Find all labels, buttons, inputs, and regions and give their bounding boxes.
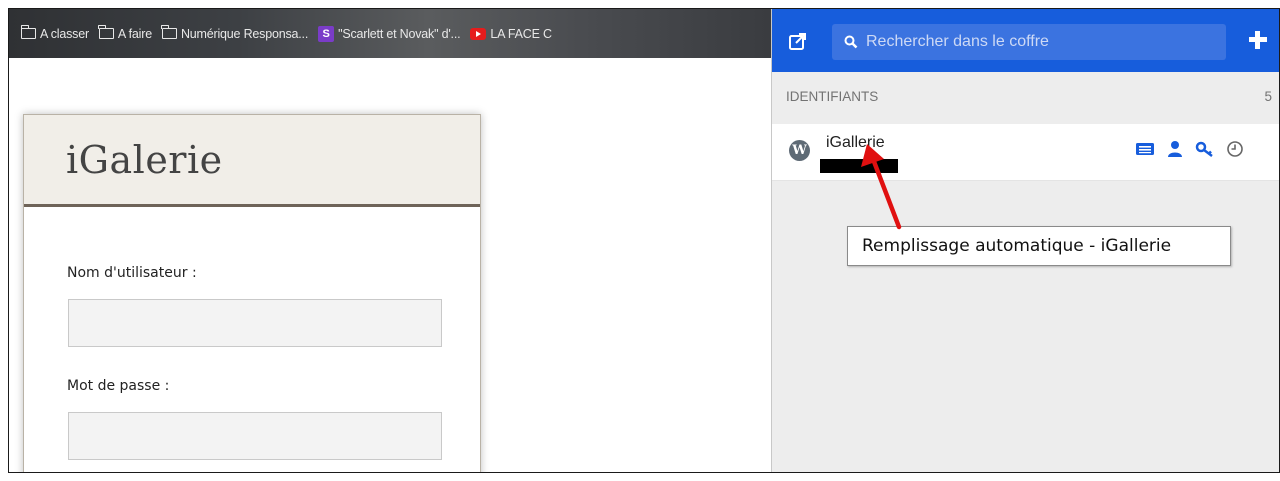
autofill-tooltip: Remplissage automatique - iGallerie <box>847 226 1231 266</box>
vault-header <box>772 9 1279 72</box>
site-favicon-icon: S <box>318 25 335 42</box>
password-label: Mot de passe : <box>67 378 170 394</box>
username-field[interactable] <box>68 299 442 347</box>
redacted-username <box>820 159 898 173</box>
login-card: iGalerie Nom d'utilisateur : Mot de pass… <box>23 114 481 472</box>
section-label: IDENTIFIANTS <box>786 89 879 104</box>
bookmark-scarlett-novak[interactable]: S "Scarlett et Novak" d'... <box>318 25 461 42</box>
bookmark-label: A faire <box>117 26 152 41</box>
add-item-icon[interactable] <box>1247 29 1269 51</box>
copy-username-icon[interactable] <box>1165 139 1185 159</box>
bookmark-la-face-c[interactable]: LA FACE C <box>470 26 552 41</box>
bookmark-a-classer[interactable]: A classer <box>20 25 89 41</box>
vault-search-box[interactable] <box>832 24 1226 60</box>
bookmark-label: LA FACE C <box>490 26 552 41</box>
username-label: Nom d'utilisateur : <box>67 265 197 281</box>
site-title: iGalerie <box>66 137 223 182</box>
bookmark-numerique-responsable[interactable]: Numérique Responsa... <box>161 25 309 41</box>
logins-section-header: IDENTIFIANTS 5 <box>772 89 1279 113</box>
password-field[interactable] <box>68 412 442 460</box>
youtube-icon <box>470 27 487 40</box>
folder-icon <box>98 25 114 39</box>
history-icon[interactable] <box>1225 139 1245 159</box>
browser-window: A classer A faire Numérique Responsa... … <box>8 8 1280 473</box>
vault-item-name: iGallerie <box>826 134 885 151</box>
copy-password-icon[interactable] <box>1195 139 1215 159</box>
bookmark-label: "Scarlett et Novak" d'... <box>338 26 461 41</box>
section-count: 5 <box>1264 89 1272 104</box>
login-card-header: iGalerie <box>24 115 480 207</box>
bookmark-label: A classer <box>40 26 89 41</box>
wordpress-icon: W <box>789 140 810 161</box>
popout-icon[interactable] <box>788 31 808 51</box>
folder-icon <box>161 25 177 39</box>
folder-icon <box>20 25 36 39</box>
search-icon <box>844 35 858 49</box>
bookmark-label: Numérique Responsa... <box>180 26 309 41</box>
bookmarks-bar: A classer A faire Numérique Responsa... … <box>9 9 771 58</box>
bookmark-a-faire[interactable]: A faire <box>98 25 152 41</box>
vault-item[interactable]: W iGallerie <box>772 124 1279 181</box>
view-item-icon[interactable] <box>1135 139 1155 159</box>
item-actions <box>1135 139 1245 159</box>
vault-search-input[interactable] <box>866 33 1216 51</box>
